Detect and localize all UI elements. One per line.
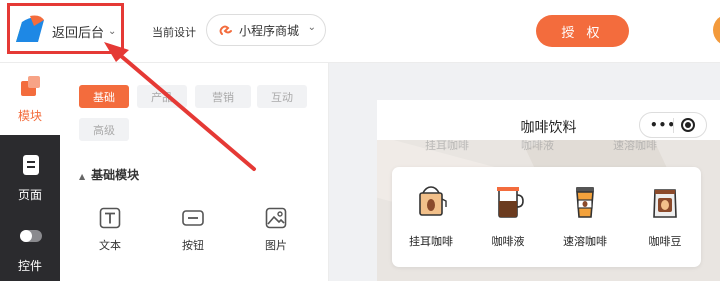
current-design-label: 当前设计 [152,26,196,39]
sidebar-nav: 模块 页面 控件 [0,63,60,281]
section-title[interactable]: ▲ 基础模块 [79,166,139,183]
annotation-highlight-box [7,3,124,54]
coffee-cup-icon [576,187,594,218]
tab-product[interactable]: 产品 [137,85,187,108]
category-item[interactable]: 咖啡豆 [630,185,700,249]
component-button[interactable]: 按钮 [163,207,223,253]
mini-program-capsule[interactable]: ••• [639,112,707,138]
top-bar: 返回后台 ⌄ 当前设计 小程序商城 ⌄ 授 权 [0,0,720,63]
sidebar-item-label: 模块 [17,109,42,123]
design-select[interactable]: 小程序商城 ⌄ [206,14,326,46]
category-item[interactable]: 咖啡液 [473,185,543,249]
image-icon [265,207,287,229]
coffee-bean-bag-icon [653,189,677,218]
sidebar-item-label: 控件 [17,259,42,273]
modules-icon [21,76,40,96]
collapse-triangle-icon: ▲ [79,172,86,181]
tab-marketing[interactable]: 营销 [195,85,251,108]
text-icon [99,207,121,229]
sidebar-item-controls[interactable]: 控件 [0,213,60,285]
banner-text: 挂耳咖啡 [425,140,469,152]
banner-text: 咖啡液 [521,140,554,152]
tab-interaction[interactable]: 互动 [257,85,307,108]
category-item[interactable]: 速溶咖啡 [550,185,620,249]
coffee-pot-icon [497,187,524,218]
sidebar-item-pages[interactable]: 页面 [0,142,60,214]
authorize-button[interactable]: 授 权 [536,15,629,47]
category-item[interactable]: 挂耳咖啡 [396,185,466,249]
sidebar-item-modules[interactable]: 模块 [0,63,60,135]
toggle-icon [20,230,42,242]
phone-preview[interactable]: 咖啡饮料 ••• 挂耳咖啡 咖啡液 速溶咖啡 挂耳咖啡 咖啡液 速溶咖啡 咖啡豆 [377,100,720,281]
banner-text: 速溶咖啡 [613,140,657,152]
chevron-down-icon: ⌄ [307,22,316,33]
component-image[interactable]: 图片 [246,207,306,253]
page-icon [23,155,39,175]
close-target-icon[interactable] [681,118,695,132]
sidebar-item-label: 页面 [17,188,42,202]
mini-program-icon [219,25,232,35]
button-icon [182,210,204,226]
drip-bag-icon [419,186,447,216]
component-panel: 基础 产品 营销 互动 高级 ▲ 基础模块 文本 按钮 图片 [61,63,329,281]
tab-advanced[interactable]: 高级 [79,118,129,141]
tab-basic[interactable]: 基础 [79,85,129,108]
design-select-value: 小程序商城 [239,23,300,38]
avatar[interactable] [713,14,720,46]
category-card: 挂耳咖啡 咖啡液 速溶咖啡 咖啡豆 [392,167,701,267]
component-text[interactable]: 文本 [80,207,140,253]
